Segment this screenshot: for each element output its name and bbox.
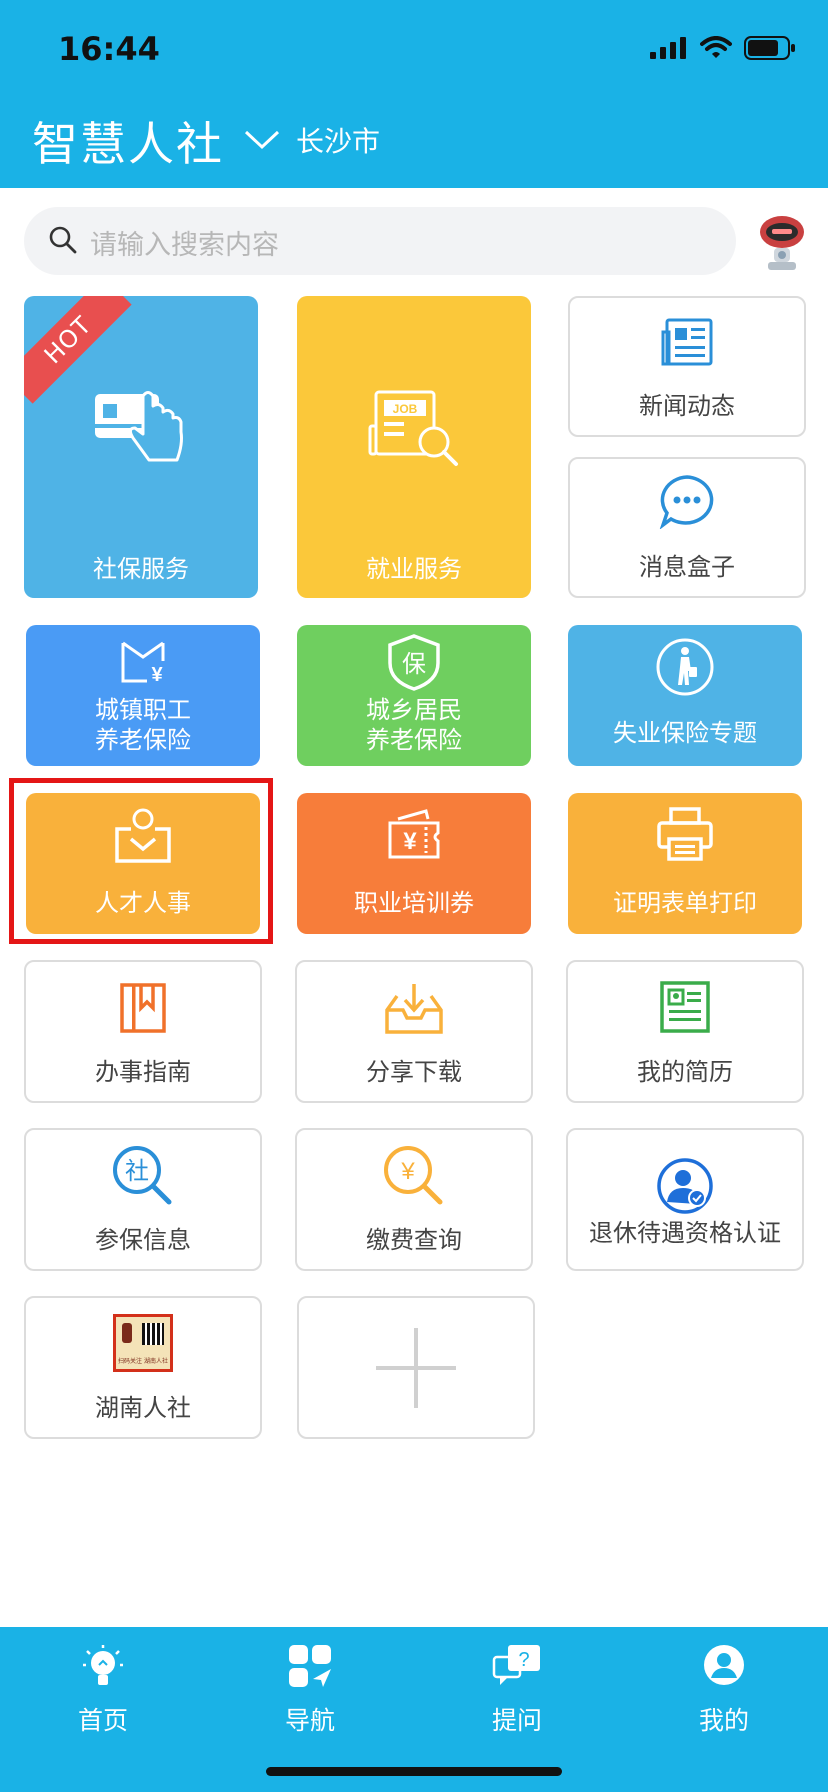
tab-home[interactable]: 首页 bbox=[28, 1627, 178, 1747]
tile-insurance-info[interactable]: 社 参保信息 bbox=[24, 1128, 262, 1271]
svg-text:¥: ¥ bbox=[400, 1158, 415, 1185]
tile-unemployment-insurance[interactable]: 失业保险专题 bbox=[568, 625, 802, 766]
tile-rural-pension[interactable]: 保 城乡居民 养老保险 bbox=[297, 625, 531, 766]
tile-news[interactable]: 新闻动态 bbox=[568, 296, 806, 437]
lightbulb-icon bbox=[83, 1645, 123, 1685]
job-newspaper-icon: JOB bbox=[368, 390, 458, 466]
tab-navigation-label: 导航 bbox=[284, 1706, 335, 1735]
tile-training-voucher[interactable]: ¥ 职业培训券 bbox=[297, 793, 531, 934]
add-tile-button[interactable] bbox=[297, 1296, 535, 1439]
tile-label: 新闻动态 bbox=[639, 392, 735, 420]
tile-label: 社保服务 bbox=[93, 555, 189, 583]
tile-label: 参保信息 bbox=[95, 1226, 191, 1254]
phone-graphic bbox=[122, 1323, 132, 1343]
resume-icon bbox=[660, 981, 710, 1033]
wifi-icon bbox=[700, 36, 732, 58]
tile-share-download[interactable]: 分享下载 bbox=[295, 960, 533, 1103]
tab-navigation[interactable]: 导航 bbox=[235, 1627, 385, 1747]
svg-text:社: 社 bbox=[125, 1157, 149, 1185]
tab-mine-label: 我的 bbox=[698, 1706, 749, 1735]
tile-label-line1: 城镇职工 bbox=[95, 696, 191, 724]
tab-ask[interactable]: ? 提问 bbox=[442, 1627, 592, 1747]
tile-message-box[interactable]: 消息盒子 bbox=[568, 457, 806, 598]
thumb-text-left: 扫码关注 bbox=[118, 1358, 143, 1365]
hunan-hr-qr-thumbnail: 扫码关注 湖南人社 bbox=[113, 1314, 173, 1372]
app-title: 智慧人社 bbox=[32, 117, 224, 171]
chevron-down-icon[interactable] bbox=[244, 130, 280, 150]
tile-label: 证明表单打印 bbox=[613, 889, 757, 917]
walking-person-icon bbox=[656, 638, 714, 696]
tile-label: 办事指南 bbox=[95, 1058, 191, 1086]
tile-label-line2: 养老保险 bbox=[95, 726, 191, 754]
battery-icon bbox=[744, 36, 795, 60]
tab-mine[interactable]: 我的 bbox=[649, 1627, 799, 1747]
user-profile-icon bbox=[704, 1645, 744, 1685]
tile-label: 退休待遇资格认证 bbox=[589, 1219, 781, 1247]
tile-label: 失业保险专题 bbox=[613, 719, 757, 747]
search-icon bbox=[49, 226, 77, 254]
tile-label: 分享下载 bbox=[366, 1058, 462, 1086]
status-time: 16:44 bbox=[58, 30, 160, 68]
city-selector[interactable]: 长沙市 bbox=[296, 120, 380, 160]
question-chat-icon: ? bbox=[492, 1645, 540, 1685]
tile-label: 就业服务 bbox=[366, 555, 462, 583]
tile-hunan-hr[interactable]: 扫码关注 湖南人社 湖南人社 bbox=[24, 1296, 262, 1439]
robot-assistant-icon[interactable] bbox=[754, 210, 810, 272]
app-header: 16:44 智慧人社 长沙市 bbox=[0, 0, 828, 188]
search-input[interactable]: 请输入搜索内容 bbox=[24, 207, 736, 275]
tab-home-label: 首页 bbox=[77, 1706, 128, 1735]
shield-icon: 保 bbox=[388, 634, 440, 691]
svg-text:保: 保 bbox=[402, 650, 426, 678]
tile-service-guide[interactable]: 办事指南 bbox=[24, 960, 262, 1103]
card-hand-icon bbox=[95, 391, 183, 462]
svg-text:¥: ¥ bbox=[403, 828, 417, 855]
tile-my-resume[interactable]: 我的简历 bbox=[566, 960, 804, 1103]
search-placeholder: 请输入搜索内容 bbox=[90, 230, 279, 261]
newspaper-icon bbox=[661, 318, 713, 366]
svg-text:JOB: JOB bbox=[393, 402, 418, 416]
verified-user-icon bbox=[657, 1158, 713, 1214]
tile-label: 职业培训券 bbox=[354, 889, 474, 917]
envelope-yen-icon: ¥ bbox=[121, 641, 165, 686]
thumb-text-right: 湖南人社 bbox=[143, 1358, 168, 1365]
tile-label: 消息盒子 bbox=[639, 553, 735, 581]
voucher-ticket-icon: ¥ bbox=[388, 809, 440, 859]
signal-icon bbox=[650, 37, 686, 59]
svg-text:¥: ¥ bbox=[151, 664, 163, 686]
tile-label: 缴费查询 bbox=[366, 1226, 462, 1254]
download-tray-icon bbox=[385, 984, 443, 1034]
qr-thumb-inner: 扫码关注 湖南人社 bbox=[116, 1317, 170, 1369]
tile-label-line1: 城乡居民 bbox=[366, 696, 462, 724]
grid-navigation-icon bbox=[289, 1645, 331, 1687]
book-icon bbox=[120, 983, 166, 1033]
qr-code-graphic bbox=[142, 1323, 164, 1345]
plus-icon bbox=[376, 1328, 456, 1408]
tile-retirement-certification[interactable]: 退休待遇资格认证 bbox=[566, 1128, 804, 1271]
tile-label: 湖南人社 bbox=[95, 1394, 191, 1422]
tile-label-line2: 养老保险 bbox=[366, 726, 462, 754]
tile-label: 我的简历 bbox=[637, 1058, 733, 1086]
tile-payment-query[interactable]: ¥ 缴费查询 bbox=[295, 1128, 533, 1271]
highlight-box bbox=[9, 778, 273, 944]
tile-urban-pension[interactable]: ¥ 城镇职工 养老保险 bbox=[26, 625, 260, 766]
status-icons bbox=[650, 36, 796, 60]
search-yen-icon: ¥ bbox=[384, 1146, 443, 1205]
printer-icon bbox=[657, 807, 713, 861]
search-social-icon: 社 bbox=[113, 1146, 172, 1205]
chat-bubble-icon bbox=[659, 475, 714, 529]
home-indicator bbox=[266, 1767, 562, 1776]
tile-social-security-service[interactable]: HOT 社保服务 bbox=[24, 296, 258, 598]
tile-certificate-print[interactable]: 证明表单打印 bbox=[568, 793, 802, 934]
tab-ask-label: 提问 bbox=[491, 1706, 542, 1735]
tile-employment-service[interactable]: JOB 就业服务 bbox=[297, 296, 531, 598]
svg-text:?: ? bbox=[518, 1649, 529, 1671]
